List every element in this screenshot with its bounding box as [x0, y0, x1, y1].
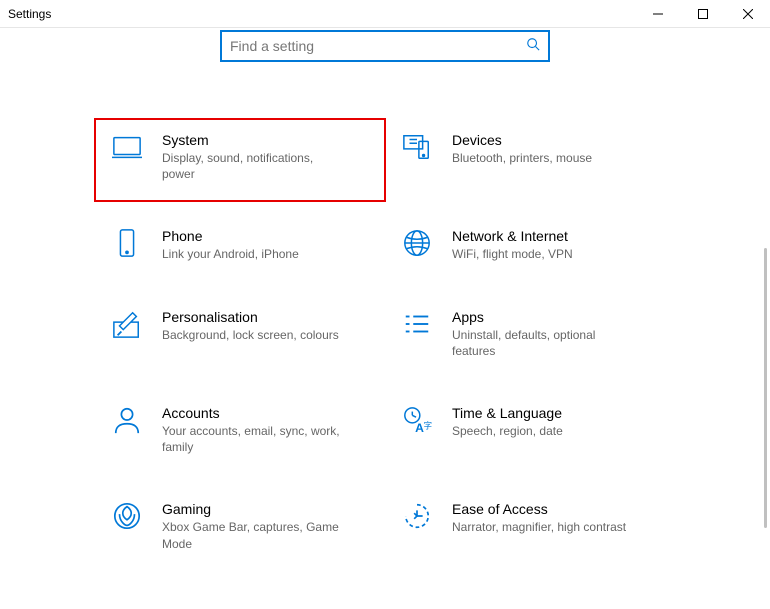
category-desc: Narrator, magnifier, high contrast	[452, 519, 626, 535]
window-title: Settings	[8, 7, 51, 21]
globe-icon	[400, 228, 434, 262]
category-title: Apps	[452, 309, 632, 325]
paintbrush-icon	[110, 309, 144, 343]
category-text: Personalisation Background, lock screen,…	[162, 309, 339, 343]
category-desc: Xbox Game Bar, captures, Game Mode	[162, 519, 342, 551]
scrollbar-thumb[interactable]	[764, 248, 767, 528]
category-desc: Bluetooth, printers, mouse	[452, 150, 592, 166]
category-network[interactable]: Network & Internet WiFi, flight mode, VP…	[400, 228, 660, 262]
person-icon	[110, 405, 144, 439]
category-desc: Link your Android, iPhone	[162, 246, 299, 262]
category-title: Gaming	[162, 501, 342, 517]
category-desc: Speech, region, date	[452, 423, 563, 439]
category-text: Time & Language Speech, region, date	[452, 405, 563, 439]
category-system[interactable]: System Display, sound, notifications, po…	[94, 118, 386, 202]
category-desc: Your accounts, email, sync, work, family	[162, 423, 342, 455]
category-title: Ease of Access	[452, 501, 626, 517]
category-title: Devices	[452, 132, 592, 148]
close-button[interactable]	[725, 0, 770, 27]
category-accounts[interactable]: Accounts Your accounts, email, sync, wor…	[110, 405, 370, 455]
gaming-icon	[110, 501, 144, 535]
apps-icon	[400, 309, 434, 343]
category-title: Time & Language	[452, 405, 563, 421]
content-area: System Display, sound, notifications, po…	[0, 28, 770, 609]
search-box[interactable]	[220, 30, 550, 62]
category-devices[interactable]: Devices Bluetooth, printers, mouse	[400, 132, 660, 182]
categories-grid: System Display, sound, notifications, po…	[0, 92, 770, 552]
category-text: Devices Bluetooth, printers, mouse	[452, 132, 592, 166]
maximize-button[interactable]	[680, 0, 725, 27]
time-language-icon: A 字	[400, 405, 434, 439]
category-text: System Display, sound, notifications, po…	[162, 132, 342, 182]
search-row	[0, 28, 770, 92]
system-icon	[110, 132, 144, 166]
category-text: Apps Uninstall, defaults, optional featu…	[452, 309, 632, 359]
window-controls	[635, 0, 770, 27]
minimize-button[interactable]	[635, 0, 680, 27]
category-gaming[interactable]: Gaming Xbox Game Bar, captures, Game Mod…	[110, 501, 370, 551]
category-desc: WiFi, flight mode, VPN	[452, 246, 573, 262]
category-title: System	[162, 132, 342, 148]
category-desc: Display, sound, notifications, power	[162, 150, 342, 182]
category-time-language[interactable]: A 字 Time & Language Speech, region, date	[400, 405, 660, 455]
category-text: Accounts Your accounts, email, sync, wor…	[162, 405, 342, 455]
category-title: Personalisation	[162, 309, 339, 325]
category-personalisation[interactable]: Personalisation Background, lock screen,…	[110, 309, 370, 359]
devices-icon	[400, 132, 434, 166]
category-title: Accounts	[162, 405, 342, 421]
titlebar: Settings	[0, 0, 770, 28]
ease-of-access-icon	[400, 501, 434, 535]
svg-text:字: 字	[424, 420, 432, 430]
category-text: Network & Internet WiFi, flight mode, VP…	[452, 228, 573, 262]
category-title: Network & Internet	[452, 228, 573, 244]
phone-icon	[110, 228, 144, 262]
category-title: Phone	[162, 228, 299, 244]
category-phone[interactable]: Phone Link your Android, iPhone	[110, 228, 370, 262]
category-desc: Uninstall, defaults, optional features	[452, 327, 632, 359]
category-apps[interactable]: Apps Uninstall, defaults, optional featu…	[400, 309, 660, 359]
category-text: Phone Link your Android, iPhone	[162, 228, 299, 262]
category-text: Ease of Access Narrator, magnifier, high…	[452, 501, 626, 535]
search-input[interactable]	[230, 38, 526, 54]
category-ease-of-access[interactable]: Ease of Access Narrator, magnifier, high…	[400, 501, 660, 551]
category-text: Gaming Xbox Game Bar, captures, Game Mod…	[162, 501, 342, 551]
category-desc: Background, lock screen, colours	[162, 327, 339, 343]
search-icon	[526, 37, 540, 56]
